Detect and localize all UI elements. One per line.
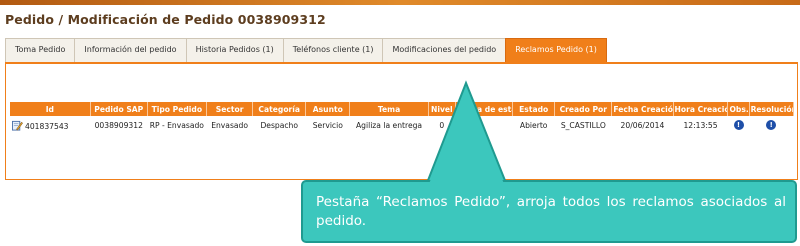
cell-pedido-sap: 0038909312: [90, 116, 148, 134]
tab-toma-pedido[interactable]: Toma Pedido: [5, 38, 76, 62]
column-header-resolucion[interactable]: Resolución: [749, 102, 795, 116]
column-header-pedido-sap[interactable]: Pedido SAP: [90, 102, 148, 116]
column-header-nivel[interactable]: Nivel: [428, 102, 457, 116]
cell-hora-creacion: 12:13:55: [673, 116, 728, 134]
reclamos-table: Id Pedido SAP Tipo Pedido Sector Categor…: [10, 102, 795, 134]
cell-resolucion: !: [749, 116, 794, 134]
cell-tipo-pedido: RP - Envasado: [147, 116, 207, 134]
tab-reclamos-pedido[interactable]: Reclamos Pedido (1): [505, 38, 607, 62]
reclamo-id: 401837543: [25, 121, 69, 131]
column-header-tipo-pedido[interactable]: Tipo Pedido: [147, 102, 207, 116]
column-header-fecha-creacion[interactable]: Fecha Creación: [611, 102, 674, 116]
column-header-categoria[interactable]: Categoría: [252, 102, 307, 116]
callout-box: Pestaña “Reclamos Pedido”, arroja todos …: [301, 180, 797, 243]
cell-asunto: Servicio: [305, 116, 350, 134]
column-header-tema[interactable]: Tema: [349, 102, 429, 116]
cell-categoria: Despacho: [252, 116, 306, 134]
cell-fecha-estado: [455, 116, 513, 134]
top-accent-bar: [0, 0, 800, 5]
table-header-row: Id Pedido SAP Tipo Pedido Sector Categor…: [10, 102, 795, 116]
cell-creado-por: S_CASTILLO: [554, 116, 612, 134]
tab-telefonos-cliente[interactable]: Teléfonos cliente (1): [282, 38, 384, 62]
cell-nivel: 0: [428, 116, 456, 134]
column-header-fecha-estado[interactable]: Fecha de estado: [455, 102, 514, 116]
tab-informacion-pedido[interactable]: Información del pedido: [74, 38, 187, 62]
edit-icon[interactable]: [12, 120, 23, 131]
tab-bar: Toma Pedido Información del pedido Histo…: [5, 38, 798, 62]
column-header-asunto[interactable]: Asunto: [305, 102, 351, 116]
obs-info-icon[interactable]: !: [733, 120, 744, 130]
cell-estado: Abierto: [512, 116, 555, 134]
tab-historia-pedidos[interactable]: Historia Pedidos (1): [185, 38, 284, 62]
table-row[interactable]: 401837543 0038909312 RP - Envasado Envas…: [10, 116, 794, 134]
cell-tema: Agiliza la entrega: [349, 116, 429, 134]
resolucion-info-icon[interactable]: !: [766, 120, 777, 130]
tab-panel-reclamos: Id Pedido SAP Tipo Pedido Sector Categor…: [5, 62, 798, 180]
cell-sector: Envasado: [206, 116, 253, 134]
column-header-creado-por[interactable]: Creado Por: [554, 102, 613, 116]
callout-text: Pestaña “Reclamos Pedido”, arroja todos …: [316, 194, 786, 229]
page-title: Pedido / Modificación de Pedido 00389093…: [5, 12, 326, 27]
column-header-obs[interactable]: Obs.: [727, 102, 750, 116]
column-header-estado[interactable]: Estado: [512, 102, 556, 116]
column-header-id[interactable]: Id: [10, 102, 91, 116]
tab-modificaciones-pedido[interactable]: Modificaciones del pedido: [382, 38, 507, 62]
column-header-sector[interactable]: Sector: [206, 102, 254, 116]
cell-id: 401837543: [10, 116, 91, 134]
cell-obs: !: [727, 116, 750, 134]
cell-fecha-creacion: 20/06/2014: [611, 116, 674, 134]
column-header-hora-creacion[interactable]: Hora Creación: [673, 102, 729, 116]
